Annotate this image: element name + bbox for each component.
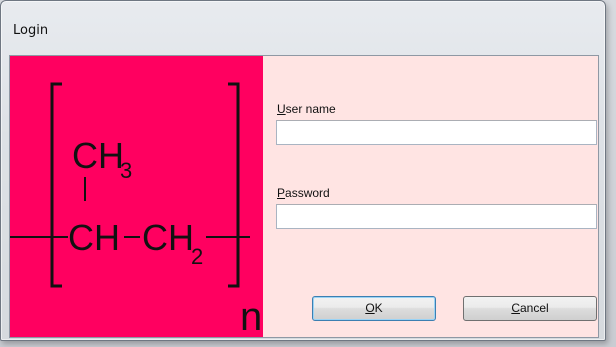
cancel-button[interactable]: Cancel [463,296,597,321]
ch-text: CH [68,217,120,258]
window-title: Login [13,23,49,38]
polypropylene-structure-image: CH 3 CH CH 2 n [10,56,263,338]
ch2-subscript: 2 [191,244,203,269]
ch3-text: CH [72,135,124,176]
cancel-label-rest: ancel [519,301,549,315]
ch2-text: CH [142,217,194,258]
username-label-rest: ser name [285,102,336,116]
cancel-accelerator: C [511,301,520,315]
password-label-rest: assword [285,186,330,200]
password-label-accelerator: P [277,186,286,200]
dialog-client-area: CH 3 CH CH 2 n User name Password OK Can… [9,55,599,338]
ok-label-rest: K [374,301,383,315]
left-bracket [50,82,62,288]
password-input[interactable] [276,204,597,229]
right-bracket [228,82,240,288]
ok-button[interactable]: OK [312,296,436,321]
password-label: Password [277,186,330,200]
login-dialog: Login CH 3 CH CH 2 n User name Password … [0,0,606,341]
username-label: User name [277,102,336,116]
ch3-subscript: 3 [120,158,132,183]
login-form-panel: User name Password OK Cancel [263,56,598,337]
username-input[interactable] [276,120,597,145]
ok-accelerator: O [365,301,375,315]
username-label-accelerator: U [277,102,286,116]
polypropylene-formula-graphic: CH 3 CH CH 2 n [10,82,262,338]
repeat-subscript-n: n [240,295,262,338]
title-bar[interactable]: Login [1,1,605,55]
